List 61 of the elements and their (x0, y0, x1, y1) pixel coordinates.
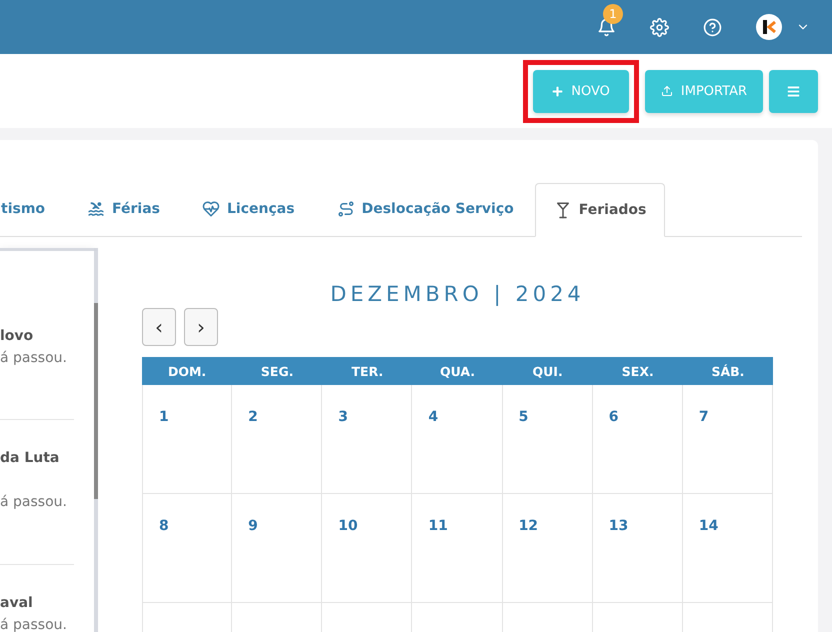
day-number: 11 (428, 518, 448, 534)
day-number: 1 (159, 409, 169, 425)
day-number: 8 (159, 518, 169, 534)
holiday-item[interactable]: da Luta á passou. (0, 420, 74, 565)
upload-icon (660, 85, 673, 97)
day-number: 6 (608, 409, 618, 425)
next-button[interactable]: › (184, 308, 218, 346)
holiday-title: da Luta (0, 450, 60, 466)
holiday-title: lovo (0, 328, 34, 344)
weekday-header: SEG. (232, 357, 322, 385)
day-cell[interactable]: 12 (502, 494, 593, 603)
weekday-header: DOM. (142, 357, 232, 385)
day-cell[interactable]: 5 (502, 385, 593, 494)
day-number: 10 (338, 518, 358, 534)
holiday-status: á passou. (0, 350, 68, 366)
day-number: 5 (518, 409, 528, 425)
help-icon[interactable] (703, 18, 722, 36)
prev-button[interactable]: ‹ (142, 308, 176, 346)
day-cell[interactable]: 1 (142, 385, 232, 494)
plus-icon (552, 86, 564, 96)
scrollbar[interactable] (94, 251, 98, 632)
bell-icon[interactable] (597, 18, 616, 36)
day-cell[interactable]: 3 (322, 385, 412, 494)
day-cell[interactable]: 6 (592, 385, 683, 494)
weekday-header: QUI. (502, 357, 593, 385)
holiday-status: á passou. (0, 494, 68, 510)
tab[interactable]: Feriados (534, 183, 666, 237)
day-cell[interactable]: 11 (412, 494, 503, 603)
holiday-item[interactable]: aval á passou. (0, 565, 74, 632)
menu-button[interactable] (769, 70, 818, 112)
weekday-header: SEX. (592, 357, 683, 385)
day-cell[interactable]: 7 (682, 385, 773, 494)
day-number: 3 (338, 409, 348, 425)
notification-badge: 1 (603, 4, 623, 24)
day-cell[interactable]: 14 (682, 494, 773, 603)
calendar-title: DEZEMBRO | 2024 (329, 282, 586, 306)
day-number: 14 (698, 518, 718, 534)
day-cell[interactable]: 13 (592, 494, 683, 603)
day-number: 2 (248, 409, 258, 425)
menu-icon (787, 84, 800, 98)
heart-pulse-icon (202, 200, 220, 218)
day-number: 13 (608, 518, 628, 534)
holiday-title: aval (0, 595, 34, 611)
day-number: 12 (518, 518, 538, 534)
day-number: 4 (428, 409, 438, 425)
weekday-header: TER. (322, 357, 412, 385)
swimmer-icon (87, 200, 106, 218)
day-cell[interactable]: 2 (232, 385, 322, 494)
day-cell[interactable]: 10 (322, 494, 412, 603)
route-icon (336, 200, 355, 218)
holiday-status: á passou. (0, 617, 68, 632)
day-number: 7 (698, 409, 709, 425)
day-cell[interactable]: 9 (232, 494, 322, 603)
avatar-logo[interactable] (756, 14, 782, 40)
holiday-item[interactable]: lovo á passou. (0, 300, 74, 420)
weekday-header: QUA. (412, 357, 503, 385)
day-cell[interactable]: 8 (142, 494, 232, 603)
day-cell[interactable]: 4 (412, 385, 503, 494)
day-number: 9 (248, 518, 258, 534)
settings-icon[interactable] (650, 18, 669, 36)
weekday-header: SÁB. (682, 357, 773, 385)
